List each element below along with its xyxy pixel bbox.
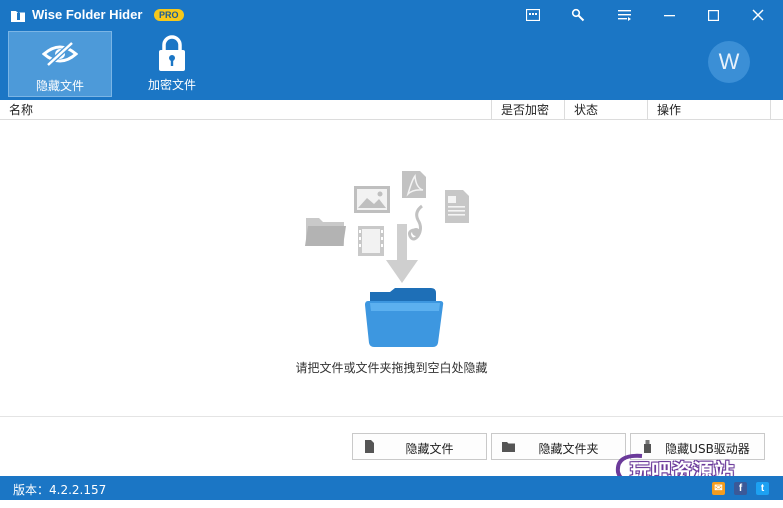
header-bar: Wise Folder Hider PRO 隐藏文件 加密文件 W bbox=[0, 0, 783, 100]
user-avatar[interactable]: W bbox=[708, 41, 750, 83]
lock-icon bbox=[159, 35, 185, 71]
file-list-area[interactable]: 请把文件或文件夹拖拽到空白处隐藏 bbox=[0, 121, 783, 416]
menu-icon bbox=[617, 9, 631, 21]
hide-file-label: 隐藏文件 bbox=[405, 442, 454, 456]
twitter-icon[interactable]: t bbox=[756, 482, 769, 495]
menu-button[interactable] bbox=[611, 4, 637, 26]
image-icon bbox=[354, 186, 390, 213]
tools-button[interactable] bbox=[565, 4, 591, 26]
tools-icon bbox=[571, 8, 585, 22]
email-icon[interactable]: ✉ bbox=[712, 482, 725, 495]
folder-icon bbox=[305, 218, 346, 246]
tab-hide-files[interactable]: 隐藏文件 bbox=[8, 31, 112, 97]
blue-folder-icon bbox=[365, 288, 444, 347]
word-doc-icon bbox=[445, 190, 469, 223]
feedback-icon bbox=[526, 9, 540, 21]
tab-hide-files-label: 隐藏文件 bbox=[35, 79, 84, 93]
close-icon bbox=[752, 9, 764, 21]
music-icon bbox=[408, 204, 423, 241]
status-bar: 版本：4.2.2.157 ✉ f t bbox=[0, 476, 783, 500]
empty-state-illustration bbox=[305, 171, 469, 347]
film-icon bbox=[358, 226, 384, 256]
hide-folder-label: 隐藏文件夹 bbox=[538, 442, 599, 456]
maximize-icon bbox=[707, 9, 719, 21]
feedback-button[interactable] bbox=[520, 4, 546, 26]
minimize-icon bbox=[663, 14, 675, 16]
facebook-icon[interactable]: f bbox=[734, 482, 747, 495]
eye-slash-icon bbox=[42, 41, 78, 67]
version-text: 版本：4.2.2.157 bbox=[13, 483, 107, 497]
pdf-icon bbox=[402, 171, 426, 198]
app-title: Wise Folder Hider bbox=[32, 7, 143, 22]
column-name[interactable]: 名称 bbox=[0, 100, 492, 120]
column-encrypted[interactable]: 是否加密 bbox=[492, 100, 565, 120]
hide-file-button[interactable]: 隐藏文件 bbox=[352, 433, 487, 460]
drop-hint-text: 请把文件或文件夹拖拽到空白处隐藏 bbox=[295, 361, 488, 375]
hide-folder-button[interactable]: 隐藏文件夹 bbox=[491, 433, 626, 460]
title-bar: Wise Folder Hider PRO bbox=[0, 0, 783, 30]
app-logo-icon bbox=[11, 10, 25, 22]
column-status[interactable]: 状态 bbox=[565, 100, 648, 120]
column-actions[interactable]: 操作 bbox=[648, 100, 771, 120]
window-bottom-edge bbox=[0, 500, 783, 508]
tab-encrypt-files[interactable]: 加密文件 bbox=[120, 31, 224, 97]
close-button[interactable] bbox=[745, 4, 771, 26]
maximize-button[interactable] bbox=[700, 4, 726, 26]
minimize-button[interactable] bbox=[656, 4, 682, 26]
pro-badge: PRO bbox=[154, 9, 184, 21]
tab-encrypt-files-label: 加密文件 bbox=[147, 78, 196, 92]
file-table-header: 名称 是否加密 状态 操作 bbox=[0, 100, 783, 120]
